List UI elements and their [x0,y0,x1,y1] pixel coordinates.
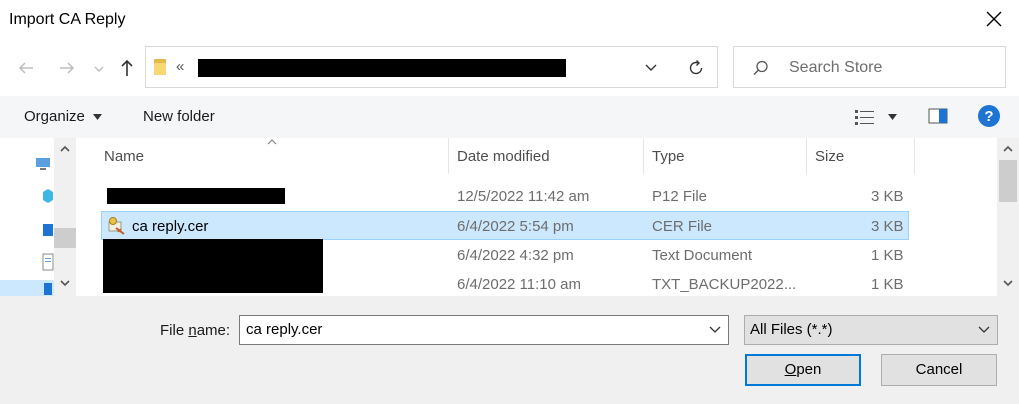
file-size: 3 KB [871,188,904,205]
forward-arrow-icon[interactable] [57,58,77,78]
svg-text:?: ? [984,108,993,125]
certificate-icon [108,217,125,235]
column-separator[interactable] [448,138,449,174]
desktop-icon [43,224,53,236]
chevron-down-icon[interactable] [644,62,658,74]
preview-pane-icon[interactable] [928,107,948,125]
file-name-label-accel: n [188,322,197,339]
search-input[interactable]: Search Store [733,46,1006,88]
chevron-down-icon [978,326,990,333]
table-row[interactable]: 12/5/2022 11:42 am P12 File 3 KB [101,182,909,211]
file-list-scrollbar[interactable] [997,138,1019,296]
cancel-button[interactable]: Cancel [881,354,997,386]
scroll-down-icon[interactable] [59,278,71,288]
new-folder-button[interactable]: New folder [143,108,215,125]
refresh-button[interactable] [674,46,718,88]
file-list[interactable]: Name Date modified Type Size 12/5/2022 1… [78,138,997,296]
file-name: ca reply.cer [132,218,209,235]
file-type: P12 File [652,188,708,205]
redacted-path [198,59,566,77]
command-toolbar: Organize New folder ? [0,96,1019,138]
column-header-size[interactable]: Size [815,148,844,165]
file-size: 1 KB [871,276,904,293]
file-name-label-part: File [160,322,189,339]
file-date: 12/5/2022 11:42 am [457,188,590,205]
open-button[interactable]: Open [745,354,861,386]
open-accel: O [784,361,797,378]
address-bar[interactable]: « [145,46,675,88]
column-header-name[interactable]: Name [104,148,144,165]
folder-icon [154,59,166,75]
recent-locations-chevron-icon[interactable] [92,58,106,78]
file-type-filter-value: All Files (*.*) [750,321,833,338]
table-row[interactable]: ca reply.cer 6/4/2022 5:54 pm CER File 3… [101,211,909,240]
documents-icon [42,253,54,271]
view-options-chevron-icon[interactable] [888,114,897,120]
close-icon[interactable] [983,8,1005,30]
table-row[interactable]: 6/4/2022 11:10 am TXT_BACKUP2022... 1 KB [101,270,909,296]
window-title: Import CA Reply [9,11,126,28]
column-header-date[interactable]: Date modified [457,148,550,165]
search-icon [753,60,768,75]
file-size: 1 KB [871,247,904,264]
title-bar: Import CA Reply [0,0,1019,40]
nav-scrollbar[interactable] [54,138,76,296]
file-date: 6/4/2022 11:10 am [457,276,581,293]
breadcrumb-overflow[interactable]: « [176,58,184,75]
search-placeholder: Search Store [789,59,883,76]
back-arrow-icon[interactable] [16,58,36,78]
file-type: TXT_BACKUP2022... [652,276,797,293]
file-name-label: File name: [160,322,230,339]
sort-ascending-icon [267,139,277,145]
file-type: CER File [652,218,713,235]
file-name-field[interactable]: ca reply.cer [239,315,729,345]
dialog-footer [0,296,1019,404]
file-date: 6/4/2022 5:54 pm [457,218,574,235]
scroll-up-icon[interactable] [59,144,71,154]
scroll-thumb[interactable] [999,160,1017,202]
nav-scroll-thumb[interactable] [54,228,76,248]
open-label-rest: pen [796,361,822,378]
file-name-label-part: ame: [196,322,231,339]
scroll-up-icon[interactable] [1002,144,1014,154]
file-type: Text Document [652,247,753,264]
downloads-icon [44,283,52,295]
file-size: 3 KB [871,218,904,235]
redacted-filename [107,188,285,204]
scroll-down-icon[interactable] [1002,278,1014,288]
chevron-down-icon[interactable] [708,325,722,335]
organize-button[interactable]: Organize [24,108,103,125]
computer-icon [36,158,50,170]
3d-objects-icon [43,189,53,203]
refresh-icon [689,60,703,75]
column-header-type[interactable]: Type [652,148,685,165]
view-list-icon[interactable] [854,108,876,126]
organize-label: Organize [24,108,85,125]
file-name-value: ca reply.cer [246,321,323,338]
chevron-down-icon [93,114,103,121]
file-type-filter[interactable]: All Files (*.*) [744,315,998,345]
up-arrow-icon[interactable] [117,58,137,78]
column-separator[interactable] [643,138,644,174]
column-separator[interactable] [806,138,807,174]
file-date: 6/4/2022 4:32 pm [457,247,574,264]
column-separator[interactable] [914,138,915,174]
table-row[interactable]: 6/4/2022 4:32 pm Text Document 1 KB [101,239,909,293]
help-icon[interactable]: ? [977,104,1001,128]
